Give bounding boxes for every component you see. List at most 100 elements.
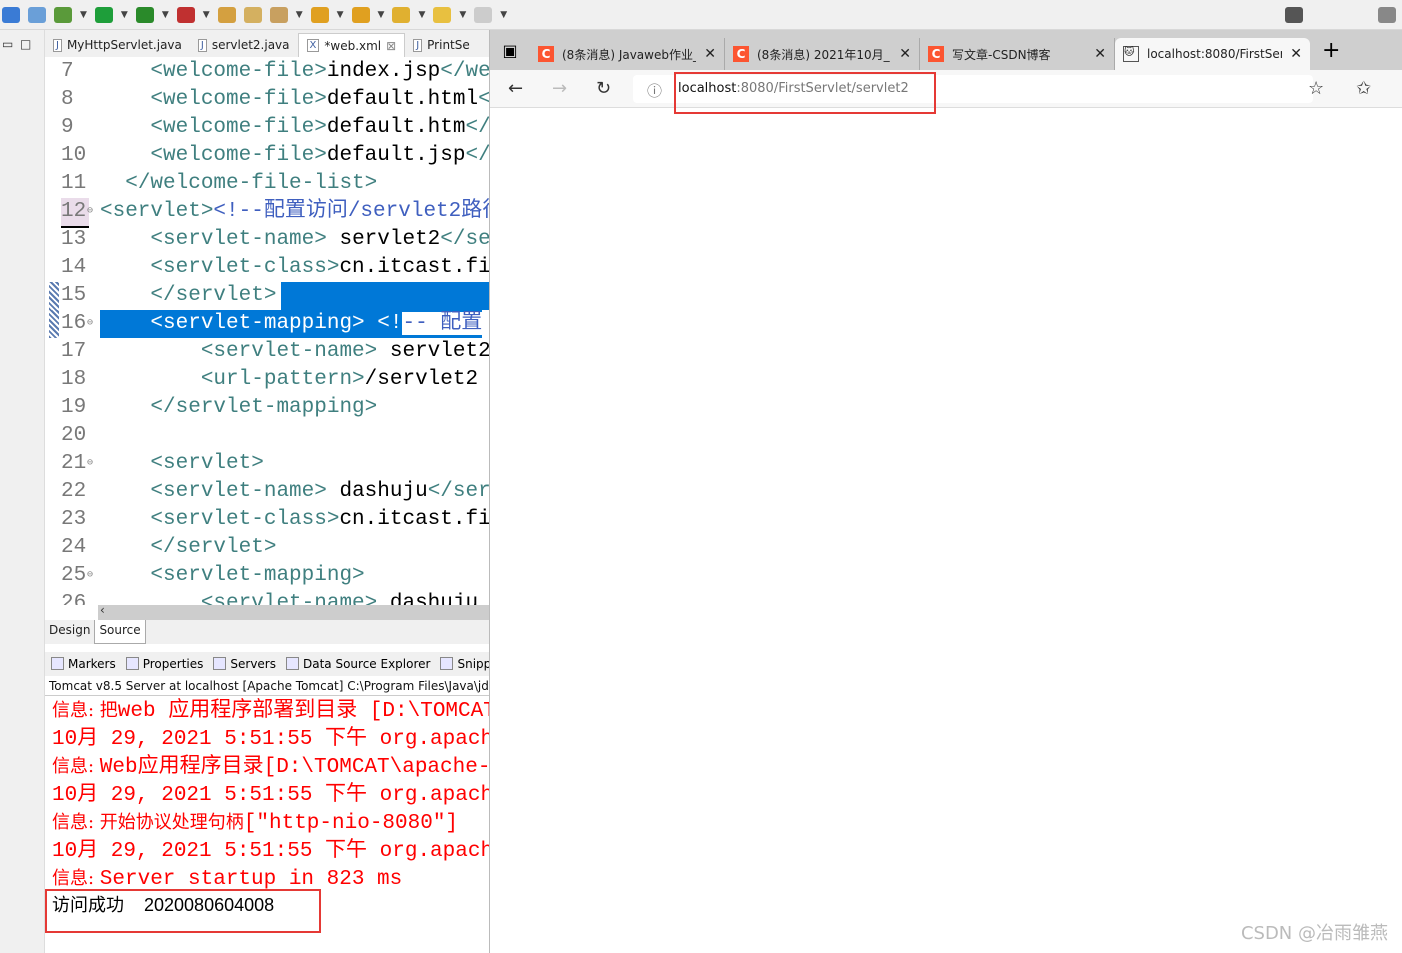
code-token: <servlet-name> [200,592,378,605]
line-number: 14 [61,256,87,279]
editor-tab[interactable]: Jservlet2.java [190,33,298,57]
browser-tab-title: (8条消息) 2021年10月_ [757,47,890,62]
globe-icon[interactable] [2,6,20,23]
code-token: <servlet> [100,200,214,223]
debug-icon[interactable] [54,6,72,23]
line-number: 10 [61,144,87,167]
editor-tab-label: *web.xml [324,38,382,53]
forward-icon[interactable]: → [552,78,567,99]
panel-tab-data-source-explorer[interactable]: Data Source Explorer [286,657,430,671]
prev-annotation-icon[interactable] [351,6,370,23]
wand-icon[interactable] [269,6,288,23]
deploy-icon[interactable] [28,6,46,23]
close-tab-icon[interactable]: ✕ [899,46,911,62]
back-icon[interactable] [433,6,452,23]
editor-tab[interactable]: X *web.xml ⊠ [297,33,406,57]
fold-icon[interactable]: ⊖ [87,562,93,590]
panel-tab-label: Servers [230,657,276,671]
close-tab-icon[interactable]: ✕ [1094,46,1106,62]
panel-tab-markers[interactable]: Markers [51,657,116,671]
browser-tab-title: 写文章-CSDN博客 [952,47,1051,62]
editor-tab[interactable]: J MyHttpServlet.java [45,33,190,57]
editor-tab[interactable]: J PrintSe [405,33,478,57]
line-number: 15 [61,284,87,307]
panel-tab-properties[interactable]: Properties [125,657,204,671]
code-line: 15 </servlet> [45,282,489,310]
code-text: <servlet-name> dashuju</servlet-name> [100,478,489,506]
code-text: <welcome-file>default.jsp</welcome-file> [100,142,489,170]
code-token: dashuju [326,480,428,503]
add-favorite-icon[interactable]: ☆ [1308,78,1324,99]
perspective-icon[interactable] [1378,6,1396,23]
panel-tab-label: Properties [142,657,204,671]
console-text: ["http-nio-8080"] [243,812,459,835]
maximize-icon[interactable]: □ [20,37,31,51]
tab-design[interactable]: Design [45,620,94,644]
code-editor[interactable]: 7 <welcome-file>index.jsp</welcome-file>… [45,57,489,605]
tab-source[interactable]: Source [94,620,146,644]
console-line: 信息: 开始协议处理句柄["http-nio-8080"] [45,809,489,837]
fold-icon[interactable]: ⊖ [87,310,93,338]
next-annotation-icon[interactable] [310,6,329,23]
search-icon[interactable] [1285,6,1303,23]
browser-tab[interactable]: 🐱 localhost:8080/FirstServlet/servlet2 ✕ [1115,38,1310,70]
tab-actions-icon[interactable]: ▣ [490,41,530,60]
close-tab-icon[interactable]: ✕ [1290,46,1302,62]
dropdown-arrow-icon[interactable]: ▼ [203,10,210,20]
dropdown-arrow-icon[interactable]: ▼ [121,10,128,20]
forward-icon[interactable] [474,6,493,23]
dropdown-arrow-icon[interactable]: ▼ [500,10,507,20]
dropdown-arrow-icon[interactable]: ▼ [459,10,466,20]
code-text: <servlet-mapping> <!-- 配置 [100,310,483,338]
open-icon[interactable] [243,6,262,23]
stop-server-icon[interactable] [176,6,195,23]
code-text: <welcome-file>default.htm</welcome-file> [100,114,489,142]
minimize-icon[interactable]: ▭ [2,37,13,51]
dropdown-arrow-icon[interactable]: ▼ [80,10,87,20]
refresh-icon[interactable]: ↻ [596,78,611,99]
browser-tab[interactable]: C (8条消息) Javaweb作业_ ✕ [530,38,725,70]
favorites-icon[interactable]: ✩ [1356,78,1371,99]
scroll-left-icon[interactable]: ‹ [100,603,105,617]
panel-tab-snippets[interactable]: Snippets [440,657,489,671]
code-line: 9 <welcome-file>default.htm</welcome-fil… [45,114,489,142]
browser-tab[interactable]: C 写文章-CSDN博客 ✕ [920,38,1115,70]
code-text: <servlet-mapping> [100,562,364,590]
dropdown-arrow-icon[interactable]: ▼ [337,10,344,20]
close-tab-icon[interactable]: ✕ [704,46,716,62]
dropdown-arrow-icon[interactable]: ▼ [162,10,169,20]
data-icon [286,657,299,670]
new-tab-button[interactable]: + [1322,38,1340,63]
code-token: cn.itcast.firstservlet [339,256,489,279]
open-folder-icon[interactable] [217,6,236,23]
dropdown-arrow-icon[interactable]: ▼ [418,10,425,20]
console-line: 10月 29, 2021 5:51:55 下午 org.apache [45,725,489,753]
browser-tab[interactable]: C (8条消息) 2021年10月_ ✕ [725,38,920,70]
code-text: <servlet-name> servlet2 [100,338,489,366]
info-icon[interactable]: ⓘ [647,80,662,101]
close-icon[interactable]: ⊠ [386,39,396,53]
url-highlight-box [674,72,936,114]
back-icon[interactable]: ← [508,78,523,99]
horizontal-scrollbar[interactable]: ‹ [98,603,489,620]
address-bar-row: ← → ↻ ⓘ localhost:8080/FirstServlet/serv… [490,70,1402,108]
code-text: <welcome-file>index.jsp</welcome-file> [100,58,489,86]
line-number: 12 [61,198,89,228]
fold-icon[interactable]: ⊖ [87,450,93,478]
last-edit-icon[interactable] [392,6,411,23]
fold-icon[interactable]: ⊖ [87,198,93,226]
dropdown-arrow-icon[interactable]: ▼ [378,10,385,20]
snippets-icon [440,657,454,670]
panel-tab-servers[interactable]: Servers [213,657,276,671]
output-highlight-box [45,889,321,933]
java-file-icon: J [53,38,62,52]
code-line: 26 <servlet-name> dashuju [45,590,489,605]
run-server-icon[interactable] [135,6,154,23]
dropdown-arrow-icon[interactable]: ▼ [296,10,303,20]
run-icon[interactable] [94,6,113,23]
